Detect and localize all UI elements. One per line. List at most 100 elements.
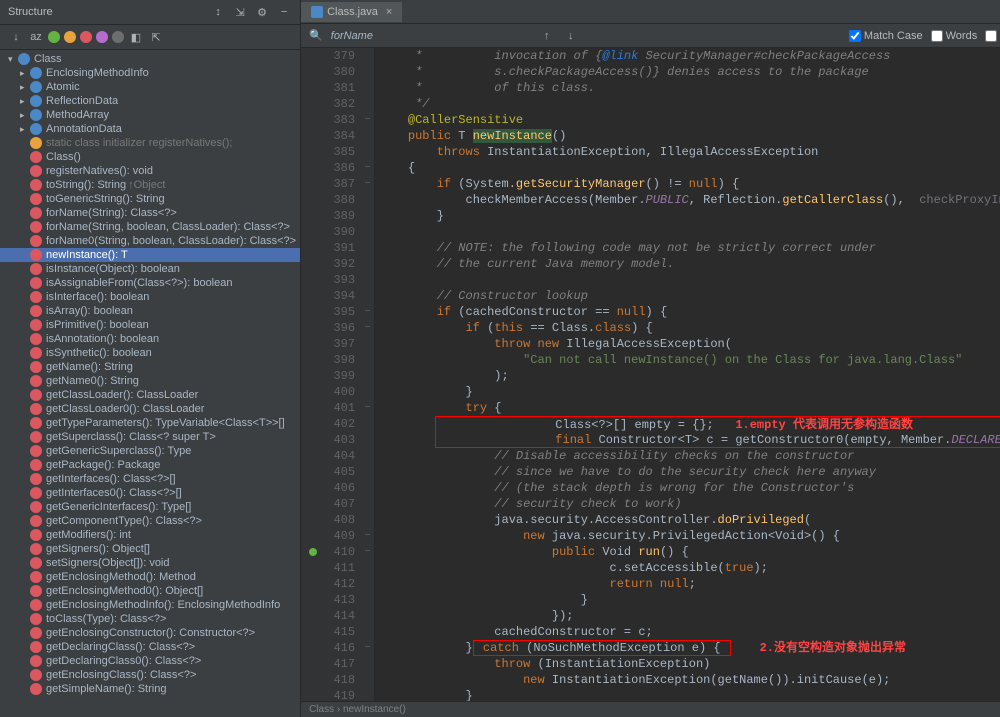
code-line[interactable]: throw (InstantiationException) [375, 656, 1000, 672]
line-number[interactable]: 401 [307, 400, 355, 416]
words-checkbox[interactable]: Words [931, 30, 978, 42]
code-line[interactable] [375, 272, 1000, 288]
code-line[interactable]: // (the stack depth is wrong for the Con… [375, 480, 1000, 496]
tree-item[interactable]: getInterfaces0(): Class<?>[] [0, 486, 300, 500]
line-number[interactable]: 390 [307, 224, 355, 240]
close-icon[interactable]: × [386, 6, 392, 18]
line-number[interactable]: 388 [307, 192, 355, 208]
line-number[interactable]: 391 [307, 240, 355, 256]
line-number[interactable]: 384 [307, 128, 355, 144]
tree-item[interactable]: getDeclaringClass(): Class<?> [0, 640, 300, 654]
tree-item[interactable]: getPackage(): Package [0, 458, 300, 472]
tree-item[interactable]: getDeclaringClass0(): Class<?> [0, 654, 300, 668]
fold-toggle-icon[interactable]: − [361, 640, 374, 656]
tree-item[interactable]: static class initializer registerNatives… [0, 136, 300, 150]
tree-item[interactable]: forName(String, boolean, ClassLoader): C… [0, 220, 300, 234]
code-line[interactable]: if (System.getSecurityManager() != null)… [375, 176, 1000, 192]
tree-item[interactable]: getGenericSuperclass(): Type [0, 444, 300, 458]
tree-root[interactable]: ▾ Class [0, 52, 300, 66]
code-line[interactable]: throw new IllegalAccessException( [375, 336, 1000, 352]
line-number[interactable]: 398 [307, 352, 355, 368]
code-line[interactable]: c.setAccessible(true); [375, 560, 1000, 576]
code-line[interactable]: // NOTE: the following code may not be s… [375, 240, 1000, 256]
search-input[interactable] [331, 30, 531, 42]
sort-icon[interactable]: ↕ [210, 4, 226, 20]
line-number[interactable]: 406 [307, 480, 355, 496]
tree-item[interactable]: ▸MethodArray [0, 108, 300, 122]
line-number[interactable]: 415 [307, 624, 355, 640]
code-line[interactable]: // the current Java memory model. [375, 256, 1000, 272]
line-number[interactable]: 396 [307, 320, 355, 336]
show-private-icon[interactable] [80, 31, 92, 43]
tree-item[interactable]: forName0(String, boolean, ClassLoader): … [0, 234, 300, 248]
filter-icon[interactable]: ◧ [128, 29, 144, 45]
chevron-icon[interactable]: ▸ [20, 96, 30, 107]
tree-item[interactable]: getSimpleName(): String [0, 682, 300, 696]
code-line[interactable]: "Can not call newInstance() on the Class… [375, 352, 1000, 368]
code-editor[interactable]: 3793803813823833843853863873883893903913… [301, 48, 1000, 701]
tree-item[interactable]: getGenericInterfaces(): Type[] [0, 500, 300, 514]
tree-item[interactable]: toString(): String ↑Object [0, 178, 300, 192]
line-gutter[interactable]: 3793803813823833843853863873883893903913… [301, 48, 361, 701]
sort-visibility-icon[interactable]: az [28, 29, 44, 45]
fold-toggle-icon[interactable]: − [361, 304, 374, 320]
code-line[interactable]: // Constructor lookup [375, 288, 1000, 304]
code-line[interactable]: cachedConstructor = c; [375, 624, 1000, 640]
line-number[interactable]: 402 [307, 416, 355, 432]
sort-alpha-icon[interactable]: ↓ [8, 29, 24, 45]
expand-icon[interactable]: ⇲ [232, 4, 248, 20]
tree-item[interactable]: ▸Atomic [0, 80, 300, 94]
line-number[interactable]: 403 [307, 432, 355, 448]
line-number[interactable]: 411 [307, 560, 355, 576]
override-marker-icon[interactable] [309, 548, 317, 556]
line-number[interactable]: 409 [307, 528, 355, 544]
line-number[interactable]: 395 [307, 304, 355, 320]
minimize-icon[interactable]: − [276, 4, 292, 20]
fold-toggle-icon[interactable]: − [361, 112, 374, 128]
show-inherited-icon[interactable] [112, 31, 124, 43]
show-public-icon[interactable] [48, 31, 60, 43]
line-number[interactable]: 410 [307, 544, 355, 560]
line-number[interactable]: 379 [307, 48, 355, 64]
code-line[interactable]: if (this == Class.class) { [375, 320, 1000, 336]
tree-item[interactable]: getEnclosingMethod(): Method [0, 570, 300, 584]
line-number[interactable]: 381 [307, 80, 355, 96]
tree-item[interactable]: getTypeParameters(): TypeVariable<Class<… [0, 416, 300, 430]
tree-item[interactable]: toClass(Type): Class<?> [0, 612, 300, 626]
tree-item[interactable]: ▸AnnotationData [0, 122, 300, 136]
tree-item[interactable]: forName(String): Class<?> [0, 206, 300, 220]
line-number[interactable]: 386 [307, 160, 355, 176]
tree-item[interactable]: getInterfaces(): Class<?>[] [0, 472, 300, 486]
line-number[interactable]: 380 [307, 64, 355, 80]
line-number[interactable]: 393 [307, 272, 355, 288]
code-line[interactable]: // security check to work) [375, 496, 1000, 512]
line-number[interactable]: 394 [307, 288, 355, 304]
code-line[interactable]: // Disable accessibility checks on the c… [375, 448, 1000, 464]
code-line[interactable]: public Void run() { [375, 544, 1000, 560]
code-line[interactable]: throws InstantiationException, IllegalAc… [375, 144, 1000, 160]
tree-item[interactable]: isAssignableFrom(Class<?>): boolean [0, 276, 300, 290]
tree-item[interactable]: getEnclosingConstructor(): Constructor<?… [0, 626, 300, 640]
tree-item[interactable]: getModifiers(): int [0, 528, 300, 542]
code-line[interactable]: final Constructor<T> c = getConstructor0… [435, 432, 1000, 448]
fold-toggle-icon[interactable]: − [361, 176, 374, 192]
line-number[interactable]: 387 [307, 176, 355, 192]
fold-column[interactable]: −−−−−−−−− [361, 48, 375, 701]
line-number[interactable]: 412 [307, 576, 355, 592]
line-number[interactable]: 392 [307, 256, 355, 272]
tree-item[interactable]: getClassLoader(): ClassLoader [0, 388, 300, 402]
prev-match-icon[interactable]: ↑ [539, 28, 555, 44]
line-number[interactable]: 414 [307, 608, 355, 624]
tree-item[interactable]: getSuperclass(): Class<? super T> [0, 430, 300, 444]
fold-toggle-icon[interactable]: − [361, 160, 374, 176]
code-line[interactable] [375, 224, 1000, 240]
line-number[interactable]: 413 [307, 592, 355, 608]
line-number[interactable]: 400 [307, 384, 355, 400]
tree-item[interactable]: toGenericString(): String [0, 192, 300, 206]
tree-item[interactable]: setSigners(Object[]): void [0, 556, 300, 570]
code-content[interactable]: * invocation of {@link SecurityManager#c… [375, 48, 1000, 701]
tree-item[interactable]: newInstance(): T [0, 248, 300, 262]
tree-item[interactable]: isInterface(): boolean [0, 290, 300, 304]
code-line[interactable]: * of this class. [375, 80, 1000, 96]
tree-item[interactable]: isSynthetic(): boolean [0, 346, 300, 360]
